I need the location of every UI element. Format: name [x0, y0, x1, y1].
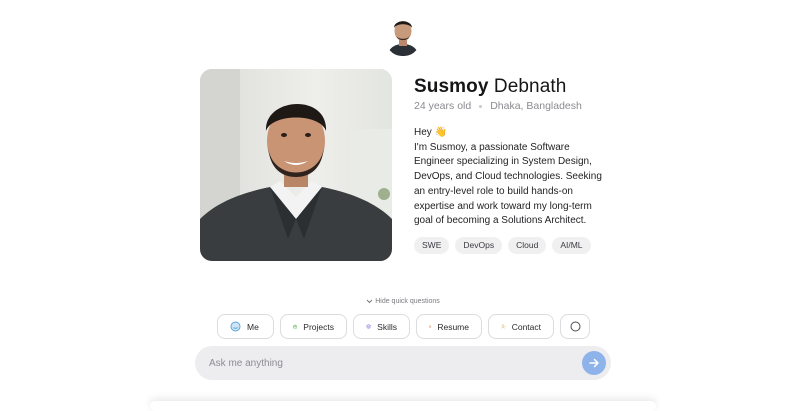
- quick-projects-button[interactable]: Projects: [280, 314, 347, 339]
- quick-me-button[interactable]: Me: [217, 314, 274, 339]
- avatar: [385, 14, 421, 56]
- age-text: 24 years old: [414, 100, 472, 112]
- quick-contact-label: Contact: [511, 321, 541, 332]
- greeting: Hey 👋: [414, 127, 448, 138]
- quick-me-label: Me: [247, 321, 259, 332]
- quick-resume-button[interactable]: Resume: [416, 314, 482, 339]
- tag-devops: DevOps: [455, 237, 503, 254]
- tag-list: SWE DevOps Cloud AI/ML: [414, 237, 591, 254]
- document-icon: [429, 325, 432, 328]
- quick-skills-label: Skills: [377, 321, 397, 332]
- smile-icon: [230, 321, 241, 332]
- tag-cloud: Cloud: [508, 237, 547, 254]
- hide-quick-questions-label: Hide quick questions: [375, 298, 440, 305]
- chat-input[interactable]: [209, 354, 569, 372]
- circle-more-icon: [570, 321, 580, 332]
- arrow-right-icon: [589, 358, 599, 368]
- quick-questions-toggle-row: Hide quick questions: [0, 298, 806, 305]
- last-name: Debnath: [493, 76, 567, 97]
- chevron-down-icon: [366, 299, 373, 303]
- tag-swe: SWE: [414, 237, 450, 254]
- bio-text: I'm Susmoy, a passionate Software Engine…: [414, 141, 602, 227]
- quick-questions-bar: Me Projects Skills Resume Contact: [217, 314, 590, 339]
- user-contact-icon: [501, 324, 506, 329]
- quick-resume-label: Resume: [437, 321, 469, 332]
- profile-meta: 24 years old Dhaka, Bangladesh: [414, 100, 582, 112]
- quick-skills-button[interactable]: Skills: [353, 314, 410, 339]
- bottom-panel-edge: [150, 401, 656, 411]
- location-text: Dhaka, Bangladesh: [490, 100, 582, 112]
- separator-dot: [479, 104, 483, 108]
- quick-contact-button[interactable]: Contact: [488, 314, 554, 339]
- first-name: Susmoy: [414, 76, 489, 97]
- hide-quick-questions-toggle[interactable]: Hide quick questions: [366, 298, 440, 305]
- send-button[interactable]: [582, 351, 606, 375]
- layers-icon: [366, 324, 372, 329]
- quick-projects-label: Projects: [303, 321, 334, 332]
- quick-more-button[interactable]: [560, 314, 590, 339]
- bio: Hey 👋 I'm Susmoy, a passionate Software …: [414, 126, 606, 229]
- profile-name: Susmoy Debnath: [414, 76, 566, 98]
- briefcase-icon: [293, 324, 298, 329]
- tag-aiml: AI/ML: [552, 237, 591, 254]
- profile-photo: [200, 69, 392, 261]
- chat-bar: [195, 346, 611, 380]
